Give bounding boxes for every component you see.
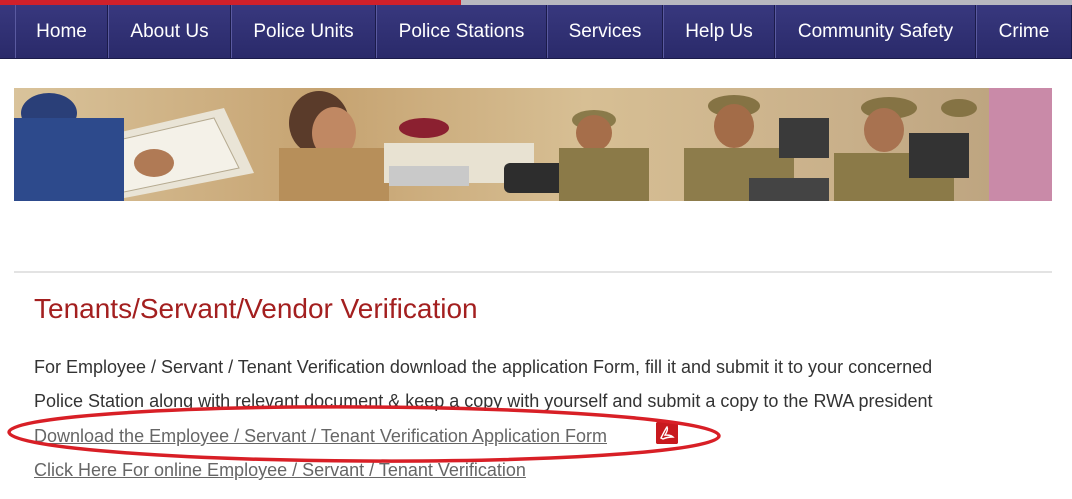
pdf-glyph [656,422,678,444]
download-form-link[interactable]: Download the Employee / Servant / Tenant… [34,426,607,447]
nav-community-safety[interactable]: Community Safety [775,5,976,58]
nav-police-stations[interactable]: Police Stations [376,5,547,58]
nav-about-us[interactable]: About Us [108,5,231,58]
main-navigation: Home About Us Police Units Police Statio… [0,5,1072,59]
pdf-icon[interactable] [656,422,678,444]
nav-home[interactable]: Home [15,5,108,58]
page-title: Tenants/Servant/Vendor Verification [34,293,478,324]
nav-police-units[interactable]: Police Units [231,5,376,58]
nav-crime[interactable]: Crime [976,5,1072,58]
highlight-ellipse-annotation [7,405,721,463]
instructions-line-1: For Employee / Servant / Tenant Verifica… [34,357,933,377]
police-office-banner [14,88,1052,201]
nav-services[interactable]: Services [547,5,663,58]
online-verification-link[interactable]: Click Here For online Employee / Servant… [34,460,526,481]
nav-help-us[interactable]: Help Us [663,5,775,58]
banner-illustration [14,88,1052,201]
content-divider [14,271,1052,273]
instructions-line-2: Police Station along with relevant docum… [34,391,933,411]
